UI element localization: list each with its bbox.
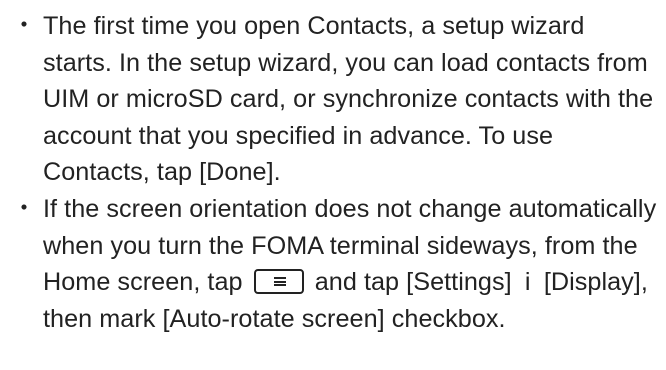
arrow-icon: i — [524, 268, 531, 297]
bullet-icon: ・ — [12, 12, 37, 39]
note-text-setup-wizard: The first time you open Contacts, a setu… — [43, 12, 654, 187]
note-text-settings: and tap [Settings] — [314, 268, 512, 297]
menu-bars-icon — [273, 277, 286, 287]
bullet-icon: ・ — [12, 194, 37, 222]
note-list: ・ The first time you open Contacts, a se… — [0, 8, 666, 337]
note-item-auto-rotate: ・ If the screen orientation does not cha… — [0, 191, 666, 337]
menu-key-icon — [253, 269, 304, 295]
note-item-setup-wizard: ・ The first time you open Contacts, a se… — [0, 8, 666, 191]
